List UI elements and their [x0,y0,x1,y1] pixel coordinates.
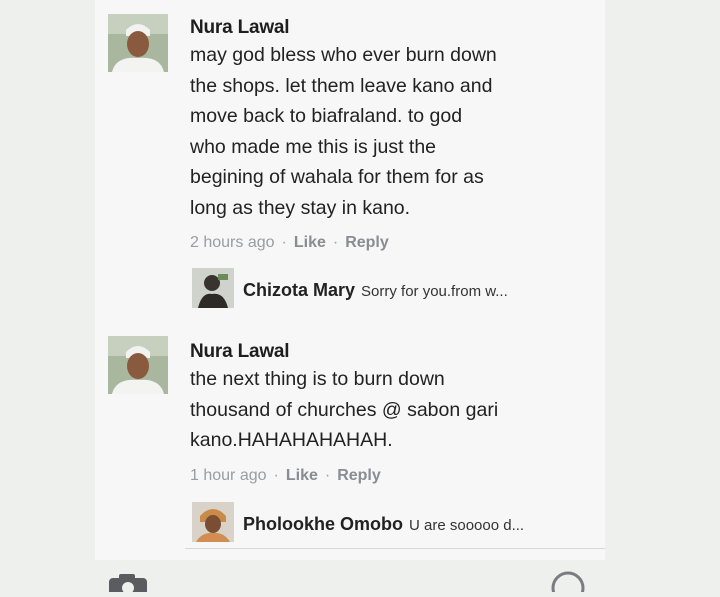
reply-link[interactable]: Reply [345,234,389,251]
comment-meta: 1 hour ago · Like · Reply [190,467,381,485]
reply-author[interactable]: Chizota Mary [243,280,355,300]
divider [185,548,605,549]
comment-time[interactable]: 1 hour ago [190,467,267,484]
reply-link[interactable]: Reply [337,467,381,484]
dot-separator: · [273,467,279,484]
reply-avatar[interactable] [192,502,234,542]
comment-text: the next thing is to burn down thousand … [190,368,499,451]
reply-preview[interactable]: Pholookhe Omobo U are sooooo d... [243,514,524,535]
reply-text: U are sooooo d... [409,517,525,534]
comment-text: may god bless who ever burn down the sho… [190,44,497,219]
reply-preview[interactable]: Chizota Mary Sorry for you.from w... [243,280,508,301]
like-link[interactable]: Like [294,234,326,251]
dot-separator: · [281,234,287,251]
avatar[interactable] [108,14,168,72]
comment-author[interactable]: Nura Lawal [190,341,290,363]
comment-time[interactable]: 2 hours ago [190,234,275,251]
comment-meta: 2 hours ago · Like · Reply [190,234,389,252]
reply-author[interactable]: Pholookhe Omobo [243,514,403,534]
reply-avatar[interactable] [192,268,234,308]
avatar[interactable] [108,336,168,394]
emoji-icon[interactable] [548,570,588,597]
camera-icon[interactable] [105,572,151,597]
reply-text: Sorry for you.from w... [361,283,508,300]
dot-separator: · [324,467,331,484]
like-link[interactable]: Like [286,467,318,484]
comment-author[interactable]: Nura Lawal [190,17,290,39]
dot-separator: · [332,234,339,251]
